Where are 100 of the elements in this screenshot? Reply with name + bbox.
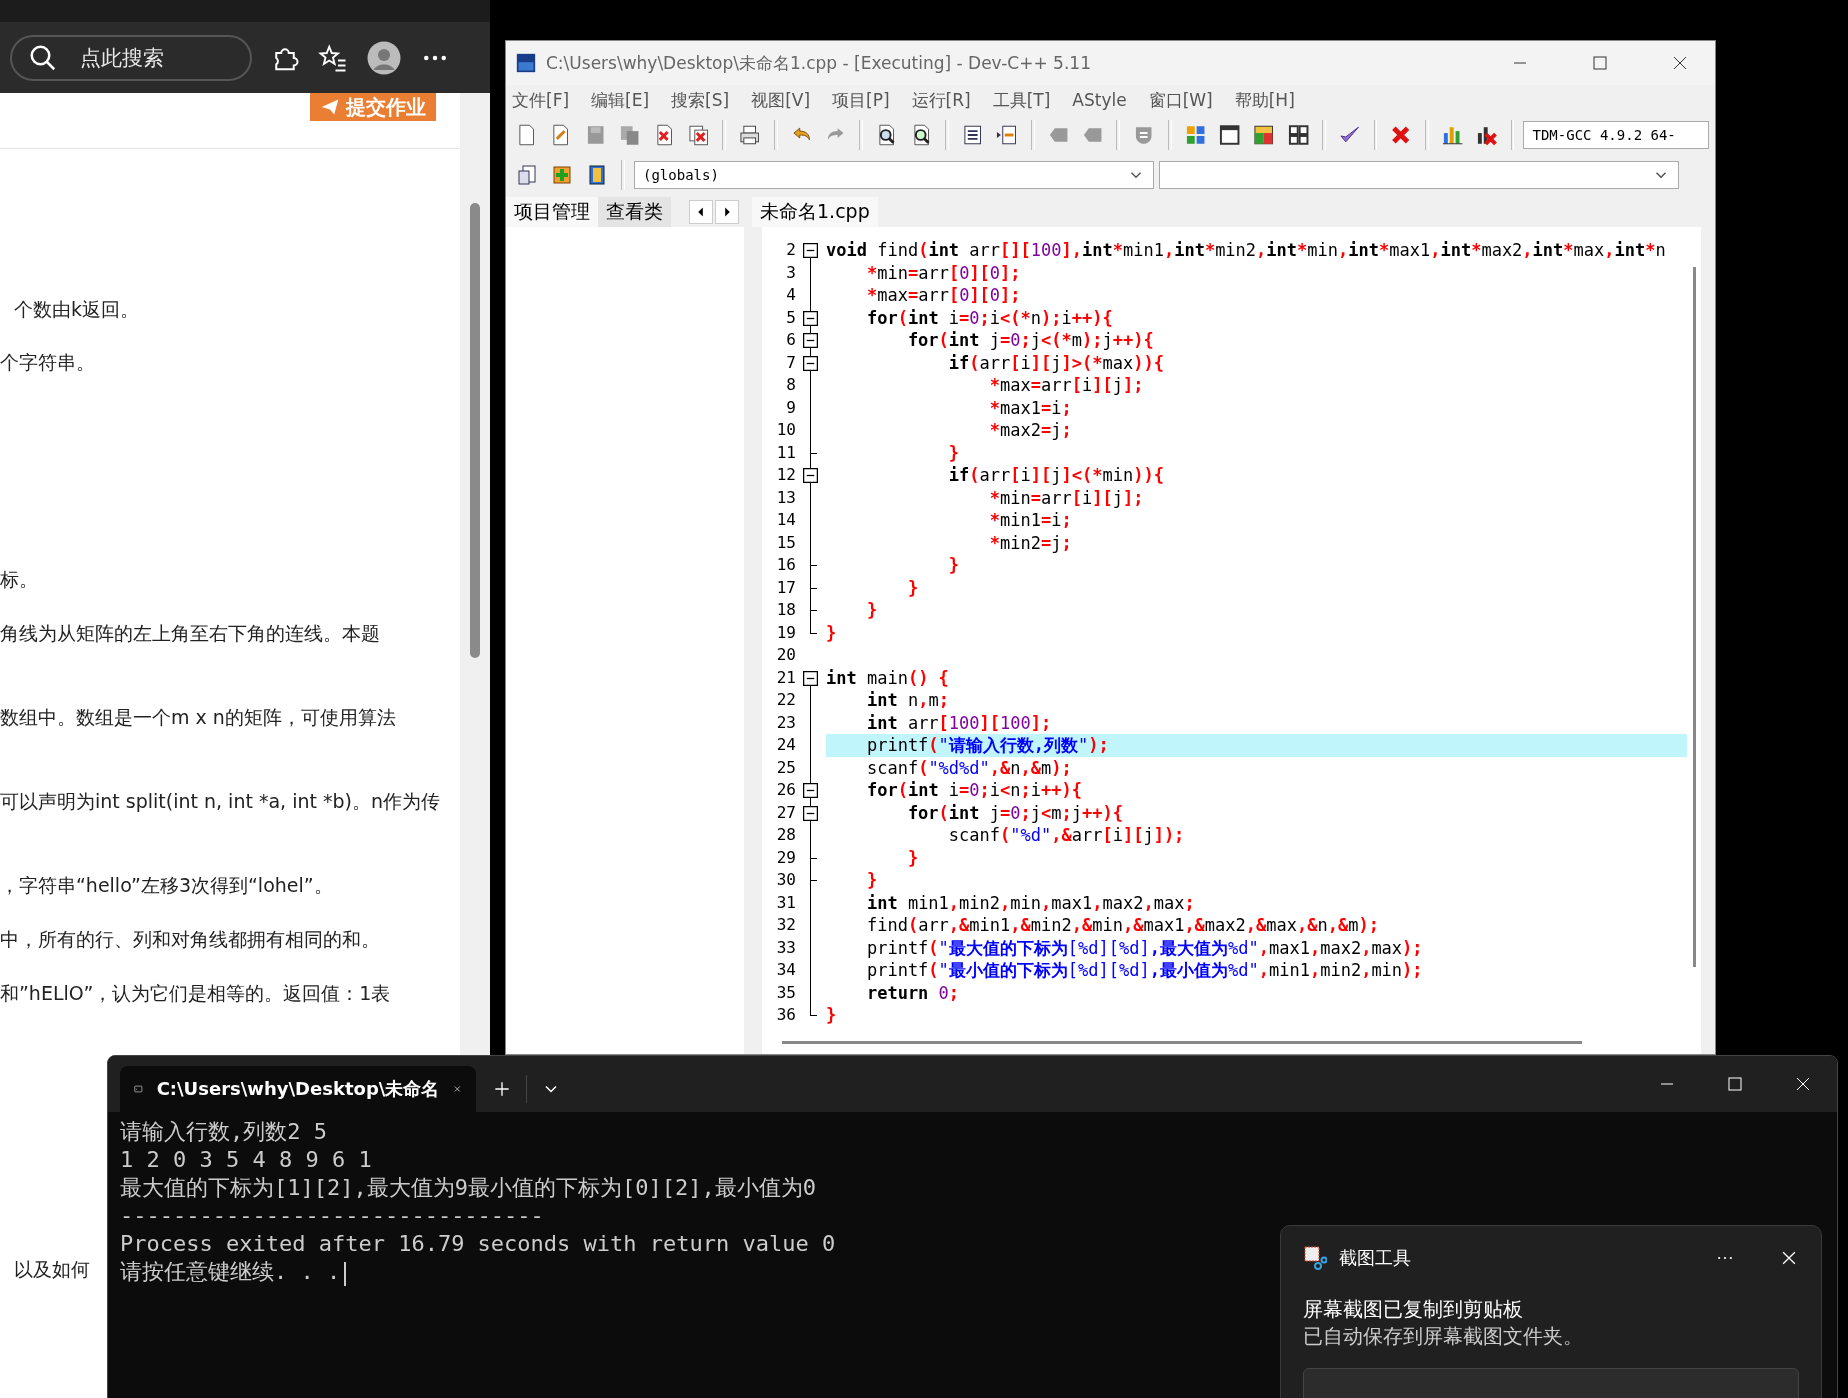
menu-item[interactable]: 搜索[S] xyxy=(671,88,730,112)
console-line: -------------------------------- xyxy=(120,1203,544,1228)
menu-item[interactable]: 编辑[E] xyxy=(591,88,650,112)
code-line: int min1,min2,min,max1,max2,max; xyxy=(865,891,1196,914)
star-list-icon[interactable] xyxy=(318,42,348,73)
paragraph-text: 以及如何 xyxy=(13,1257,90,1282)
code-line: } xyxy=(865,869,879,892)
app-name: 截图工具 xyxy=(1339,1246,1412,1270)
app-logo-icon xyxy=(516,53,536,73)
line-number: 2 xyxy=(785,239,797,261)
menu-item[interactable]: AStyle xyxy=(1072,90,1127,110)
menu-item[interactable]: 窗口[W] xyxy=(1148,88,1213,112)
terminal-tab[interactable]: C:\Users\why\Desktop\未命名 xyxy=(120,1066,476,1112)
line-number: 6 xyxy=(785,329,797,351)
paragraph-text: 数组中。数组是一个m x n的矩阵，可使用算法 xyxy=(0,705,396,730)
code-line: printf("最大值的下标为[%d][%d],最大值为%d",max1,max2,max); xyxy=(865,936,1424,959)
code-line: } xyxy=(947,554,961,577)
line-number: 29 xyxy=(775,846,797,869)
code-line: int main() { xyxy=(826,666,950,689)
line-number: 30 xyxy=(775,869,797,891)
notification-message: 已自动保存到屏幕截图文件夹。 xyxy=(1303,1323,1584,1350)
window-title: C:\Users\why\Desktop\未命名1.cpp - [Executing] - Dev-C++ 5.11 xyxy=(546,51,1092,75)
code-line: *max2=j; xyxy=(988,419,1073,442)
close-icon[interactable] xyxy=(1672,55,1688,71)
paragraph-text: 和”hELlO”，认为它们是相等的。返回值：1表 xyxy=(0,981,391,1006)
code-line: printf("最小值的下标为[%d][%d],最小值为%d",min1,min2,min); xyxy=(865,959,1424,982)
collapse-icon[interactable] xyxy=(803,243,818,258)
line-number: 7 xyxy=(785,351,797,374)
collapse-icon[interactable] xyxy=(803,783,818,798)
menu-item[interactable]: 帮助[H] xyxy=(1234,88,1295,112)
code-line: return 0; xyxy=(865,981,961,1004)
notification-title: 屏幕截图已复制到剪贴板 xyxy=(1303,1296,1524,1323)
code-line: find(arr,&min1,&min2,&min,&max1,&max2,&max,&n,&m); xyxy=(865,914,1380,937)
code-line: scanf("%d",&arr[i][j]); xyxy=(947,824,1186,847)
code-line: *min=arr[i][j]; xyxy=(988,486,1145,509)
console-line: 请输入行数,列数2 5 xyxy=(120,1119,327,1144)
scope-dropdown[interactable]: (globals) xyxy=(634,161,1154,189)
plus-icon[interactable] xyxy=(492,1079,512,1099)
code-line: *min1=i; xyxy=(988,509,1073,532)
search-field[interactable]: 点此搜索 xyxy=(10,34,252,81)
console-line: 请按任意键继续. . . xyxy=(120,1259,341,1284)
line-number: 14 xyxy=(775,509,797,531)
line-number: 12 xyxy=(775,464,797,486)
line-number: 36 xyxy=(775,1004,797,1026)
code-line: scanf("%d%d",&n,&m); xyxy=(865,756,1073,779)
menu-item[interactable]: 工具[T] xyxy=(992,88,1051,112)
code-line: } xyxy=(906,576,920,599)
code-line: *min=arr[0][0]; xyxy=(865,261,1022,284)
collapse-icon[interactable] xyxy=(803,355,818,371)
paragraph-text: 标。 xyxy=(0,567,38,592)
code-line: } xyxy=(826,1004,838,1027)
line-number: 13 xyxy=(775,486,797,509)
line-number: 15 xyxy=(775,531,797,554)
line-number: 35 xyxy=(775,981,797,1004)
line-number: 22 xyxy=(775,689,797,711)
code-line: *min2=j; xyxy=(988,531,1073,554)
line-number: 24 xyxy=(775,734,797,756)
panel-tab[interactable]: 项目管理 xyxy=(506,197,598,227)
collapse-icon[interactable] xyxy=(803,333,818,348)
line-number: 20 xyxy=(775,644,797,666)
code-line: } xyxy=(865,599,879,622)
collapse-icon[interactable] xyxy=(803,310,818,326)
menu-item[interactable]: 文件[F] xyxy=(512,88,570,112)
line-number: 21 xyxy=(775,666,797,689)
code-line: *max=arr[0][0]; xyxy=(865,284,1022,307)
code-line: } xyxy=(947,441,961,464)
line-number: 11 xyxy=(775,441,797,464)
menu-item[interactable]: 视图[V] xyxy=(751,88,811,112)
code-line: if(arr[i][j]>(*max)){ xyxy=(947,351,1165,374)
paragraph-text: 可以声明为int split(int n, int *a, int *b)。n作为传 xyxy=(0,789,440,814)
paragraph-text: 个字符串。 xyxy=(0,350,95,375)
code-line: if(arr[i][j]<(*min)){ xyxy=(947,464,1165,487)
line-number: 3 xyxy=(785,261,797,284)
line-number: 19 xyxy=(775,621,797,644)
menu-item[interactable]: 运行[R] xyxy=(911,88,971,112)
paragraph-text: ，字符串“hello”左移3次得到“lohel”。 xyxy=(0,873,333,898)
scissors-icon xyxy=(1303,1246,1327,1270)
send-icon xyxy=(320,97,340,117)
avatar-icon[interactable] xyxy=(366,39,402,76)
file-tab[interactable]: 未命名1.cpp xyxy=(752,197,878,227)
line-number: 5 xyxy=(785,306,797,329)
line-number: 9 xyxy=(785,396,797,419)
line-number: 10 xyxy=(775,419,797,441)
collapse-icon[interactable] xyxy=(803,468,818,483)
scrollbar[interactable] xyxy=(460,93,490,1055)
code-line: for(int j=0;j<(*m);j++){ xyxy=(906,329,1155,352)
panel-tab[interactable]: 查看类 xyxy=(598,197,671,227)
console-line: Process exited after 16.79 seconds with return value 0 xyxy=(120,1231,836,1256)
line-number: 32 xyxy=(775,914,797,936)
collapse-icon[interactable] xyxy=(803,670,818,686)
compiler-dropdown[interactable]: TDM-GCC 4.9.2 64- xyxy=(1523,121,1709,149)
code-line: for(int i=0;i<(*n);i++){ xyxy=(865,306,1114,329)
collapse-icon[interactable] xyxy=(803,805,818,821)
line-number: 18 xyxy=(775,599,797,621)
line-number: 4 xyxy=(785,284,797,306)
line-number: 31 xyxy=(775,891,797,914)
line-number: 27 xyxy=(775,801,797,824)
console-line: 1 2 0 3 5 4 8 9 6 1 xyxy=(120,1147,372,1172)
maximize-icon[interactable] xyxy=(1592,55,1608,71)
menu-item[interactable]: 项目[P] xyxy=(832,88,890,112)
